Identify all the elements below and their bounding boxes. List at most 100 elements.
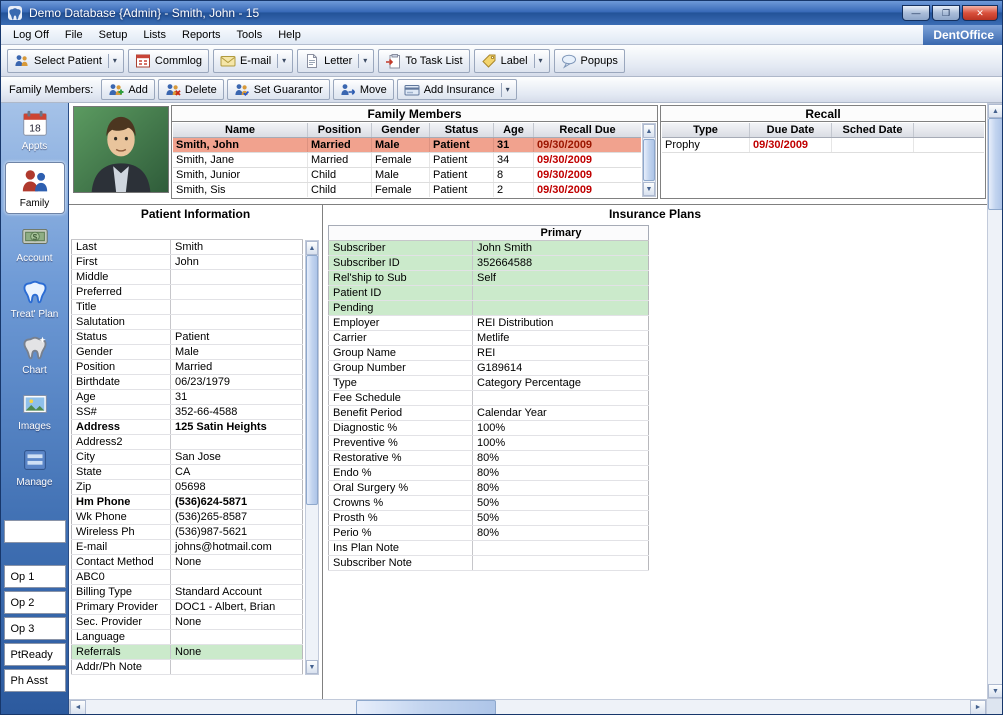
patient-photo[interactable] — [73, 106, 169, 193]
patient-row-salutation[interactable]: Salutation — [71, 315, 303, 330]
patient-row-zip[interactable]: Zip05698 — [71, 480, 303, 495]
toolbar-button-delete[interactable]: Delete — [158, 79, 224, 100]
scroll-up-arrow-icon[interactable]: ▲ — [643, 124, 655, 138]
dropdown-arrow-icon[interactable]: ▾ — [501, 83, 510, 97]
scroll-down-arrow-icon[interactable]: ▼ — [988, 684, 1003, 698]
insurance-row-benefit-period[interactable]: Benefit PeriodCalendar Year — [328, 406, 649, 421]
sidebar-module-appts[interactable]: 18Appts — [5, 106, 65, 158]
menu-item-reports[interactable]: Reports — [174, 26, 229, 44]
patient-row-address2[interactable]: Address2 — [71, 435, 303, 450]
scrollbar-track[interactable] — [306, 255, 318, 660]
patient-row-billing-type[interactable]: Billing TypeStandard Account — [71, 585, 303, 600]
patient-row-gender[interactable]: GenderMale — [71, 345, 303, 360]
close-button[interactable]: ✕ — [962, 5, 998, 21]
scrollbar-track[interactable] — [643, 138, 655, 182]
grid-row[interactable]: Smith, JuniorChildMalePatient809/30/2009 — [173, 168, 641, 183]
scrollbar-thumb[interactable] — [643, 139, 655, 181]
dropdown-arrow-icon[interactable]: ▾ — [277, 54, 286, 68]
toolbar-button-select-patient[interactable]: Select Patient▾ — [7, 49, 124, 73]
insurance-row-pending[interactable]: Pending — [328, 301, 649, 316]
insurance-row-endo[interactable]: Endo %80% — [328, 466, 649, 481]
insurance-row-restorative[interactable]: Restorative %80% — [328, 451, 649, 466]
insurance-row-carrier[interactable]: CarrierMetlife — [328, 331, 649, 346]
insurance-row-employer[interactable]: EmployerREI Distribution — [328, 316, 649, 331]
insurance-row-type[interactable]: TypeCategory Percentage — [328, 376, 649, 391]
dropdown-arrow-icon[interactable]: ▾ — [358, 54, 367, 68]
dropdown-arrow-icon[interactable]: ▾ — [534, 54, 543, 68]
scroll-up-arrow-icon[interactable]: ▲ — [988, 104, 1003, 118]
toolbar-button-e-mail[interactable]: E-mail▾ — [213, 49, 293, 73]
patient-row-primary-provider[interactable]: Primary ProviderDOC1 - Albert, Brian — [71, 600, 303, 615]
insurance-row-preventive[interactable]: Preventive %100% — [328, 436, 649, 451]
toolbar-button-letter[interactable]: Letter▾ — [297, 49, 374, 73]
patient-row-abc0[interactable]: ABC0 — [71, 570, 303, 585]
patient-row-wireless-ph[interactable]: Wireless Ph(536)987-5621 — [71, 525, 303, 540]
grid-row[interactable]: Smith, JaneMarriedFemalePatient3409/30/2… — [173, 153, 641, 168]
sidebar-module-images[interactable]: Images — [5, 386, 65, 438]
patient-row-first[interactable]: FirstJohn — [71, 255, 303, 270]
patient-info-scrollbar[interactable]: ▲ ▼ — [305, 240, 319, 675]
patient-row-status[interactable]: StatusPatient — [71, 330, 303, 345]
insurance-row-crowns[interactable]: Crowns %50% — [328, 496, 649, 511]
toolbar-button-add-insurance[interactable]: Add Insurance▾ — [397, 79, 517, 100]
patient-row-wk-phone[interactable]: Wk Phone(536)265-8587 — [71, 510, 303, 525]
patient-row-sec-provider[interactable]: Sec. ProviderNone — [71, 615, 303, 630]
menu-item-tools[interactable]: Tools — [229, 26, 271, 44]
insurance-row-oral-surgery[interactable]: Oral Surgery %80% — [328, 481, 649, 496]
insurance-row-group-number[interactable]: Group NumberG189614 — [328, 361, 649, 376]
patient-row-e-mail[interactable]: E-mailjohns@hotmail.com — [71, 540, 303, 555]
scroll-left-arrow-icon[interactable]: ◄ — [70, 700, 86, 715]
patient-row-addr-ph-note[interactable]: Addr/Ph Note — [71, 660, 303, 675]
scrollbar-thumb[interactable] — [306, 255, 318, 505]
grid-row[interactable]: Smith, SisChildFemalePatient209/30/2009 — [173, 183, 641, 197]
scroll-right-arrow-icon[interactable]: ► — [970, 700, 986, 715]
scroll-down-arrow-icon[interactable]: ▼ — [643, 182, 655, 196]
insurance-row-subscriber[interactable]: SubscriberJohn Smith — [328, 241, 649, 256]
insurance-row-group-name[interactable]: Group NameREI — [328, 346, 649, 361]
patient-row-title[interactable]: Title — [71, 300, 303, 315]
patient-row-referrals[interactable]: ReferralsNone — [71, 645, 303, 660]
menu-item-lists[interactable]: Lists — [135, 26, 174, 44]
insurance-row-subscriber-id[interactable]: Subscriber ID352664588 — [328, 256, 649, 271]
operatory-cell-op-2[interactable]: Op 2 — [4, 591, 66, 614]
menu-item-setup[interactable]: Setup — [91, 26, 136, 44]
insurance-row-patient-id[interactable]: Patient ID — [328, 286, 649, 301]
scrollbar-thumb[interactable] — [356, 700, 496, 715]
sidebar-module-chart[interactable]: Chart — [5, 330, 65, 382]
menu-item-log-off[interactable]: Log Off — [5, 26, 57, 44]
minimize-button[interactable]: — — [902, 5, 930, 21]
insurance-row-ins-plan-note[interactable]: Ins Plan Note — [328, 541, 649, 556]
family-grid-scrollbar[interactable]: ▲ ▼ — [642, 123, 656, 197]
patient-row-language[interactable]: Language — [71, 630, 303, 645]
operatory-cell-ptready[interactable]: PtReady — [4, 643, 66, 666]
toolbar-button-commlog[interactable]: Commlog — [128, 49, 209, 73]
insurance-row-fee-schedule[interactable]: Fee Schedule — [328, 391, 649, 406]
main-vertical-scrollbar[interactable]: ▲ ▼ — [987, 103, 1003, 699]
patient-row-birthdate[interactable]: Birthdate06/23/1979 — [71, 375, 303, 390]
menu-item-help[interactable]: Help — [270, 26, 309, 44]
patient-row-position[interactable]: PositionMarried — [71, 360, 303, 375]
patient-row-last[interactable]: LastSmith — [71, 240, 303, 255]
scrollbar-track[interactable] — [988, 118, 1003, 684]
operatory-cell-ph-asst[interactable]: Ph Asst — [4, 669, 66, 692]
patient-row-preferred[interactable]: Preferred — [71, 285, 303, 300]
toolbar-button-popups[interactable]: Popups — [554, 49, 625, 73]
dropdown-arrow-icon[interactable]: ▾ — [108, 54, 117, 68]
toolbar-button-add[interactable]: Add — [101, 79, 155, 100]
patient-row-state[interactable]: StateCA — [71, 465, 303, 480]
operatory-cell-empty[interactable] — [4, 520, 66, 543]
grid-row[interactable]: Smith, JohnMarriedMalePatient3109/30/200… — [173, 138, 641, 153]
operatory-cell-op-1[interactable]: Op 1 — [4, 565, 66, 588]
scroll-up-arrow-icon[interactable]: ▲ — [306, 241, 318, 255]
maximize-button[interactable]: ❐ — [932, 5, 960, 21]
patient-row-ss[interactable]: SS#352-66-4588 — [71, 405, 303, 420]
scroll-down-arrow-icon[interactable]: ▼ — [306, 660, 318, 674]
patient-row-contact-method[interactable]: Contact MethodNone — [71, 555, 303, 570]
patient-row-address[interactable]: Address125 Satin Heights — [71, 420, 303, 435]
sidebar-module-account[interactable]: $Account — [5, 218, 65, 270]
patient-row-hm-phone[interactable]: Hm Phone(536)624-5871 — [71, 495, 303, 510]
scrollbar-thumb[interactable] — [988, 118, 1003, 210]
sidebar-module-treat-plan[interactable]: Treat' Plan — [5, 274, 65, 326]
main-horizontal-scrollbar[interactable]: ◄ ► — [69, 699, 987, 715]
insurance-row-prosth[interactable]: Prosth %50% — [328, 511, 649, 526]
